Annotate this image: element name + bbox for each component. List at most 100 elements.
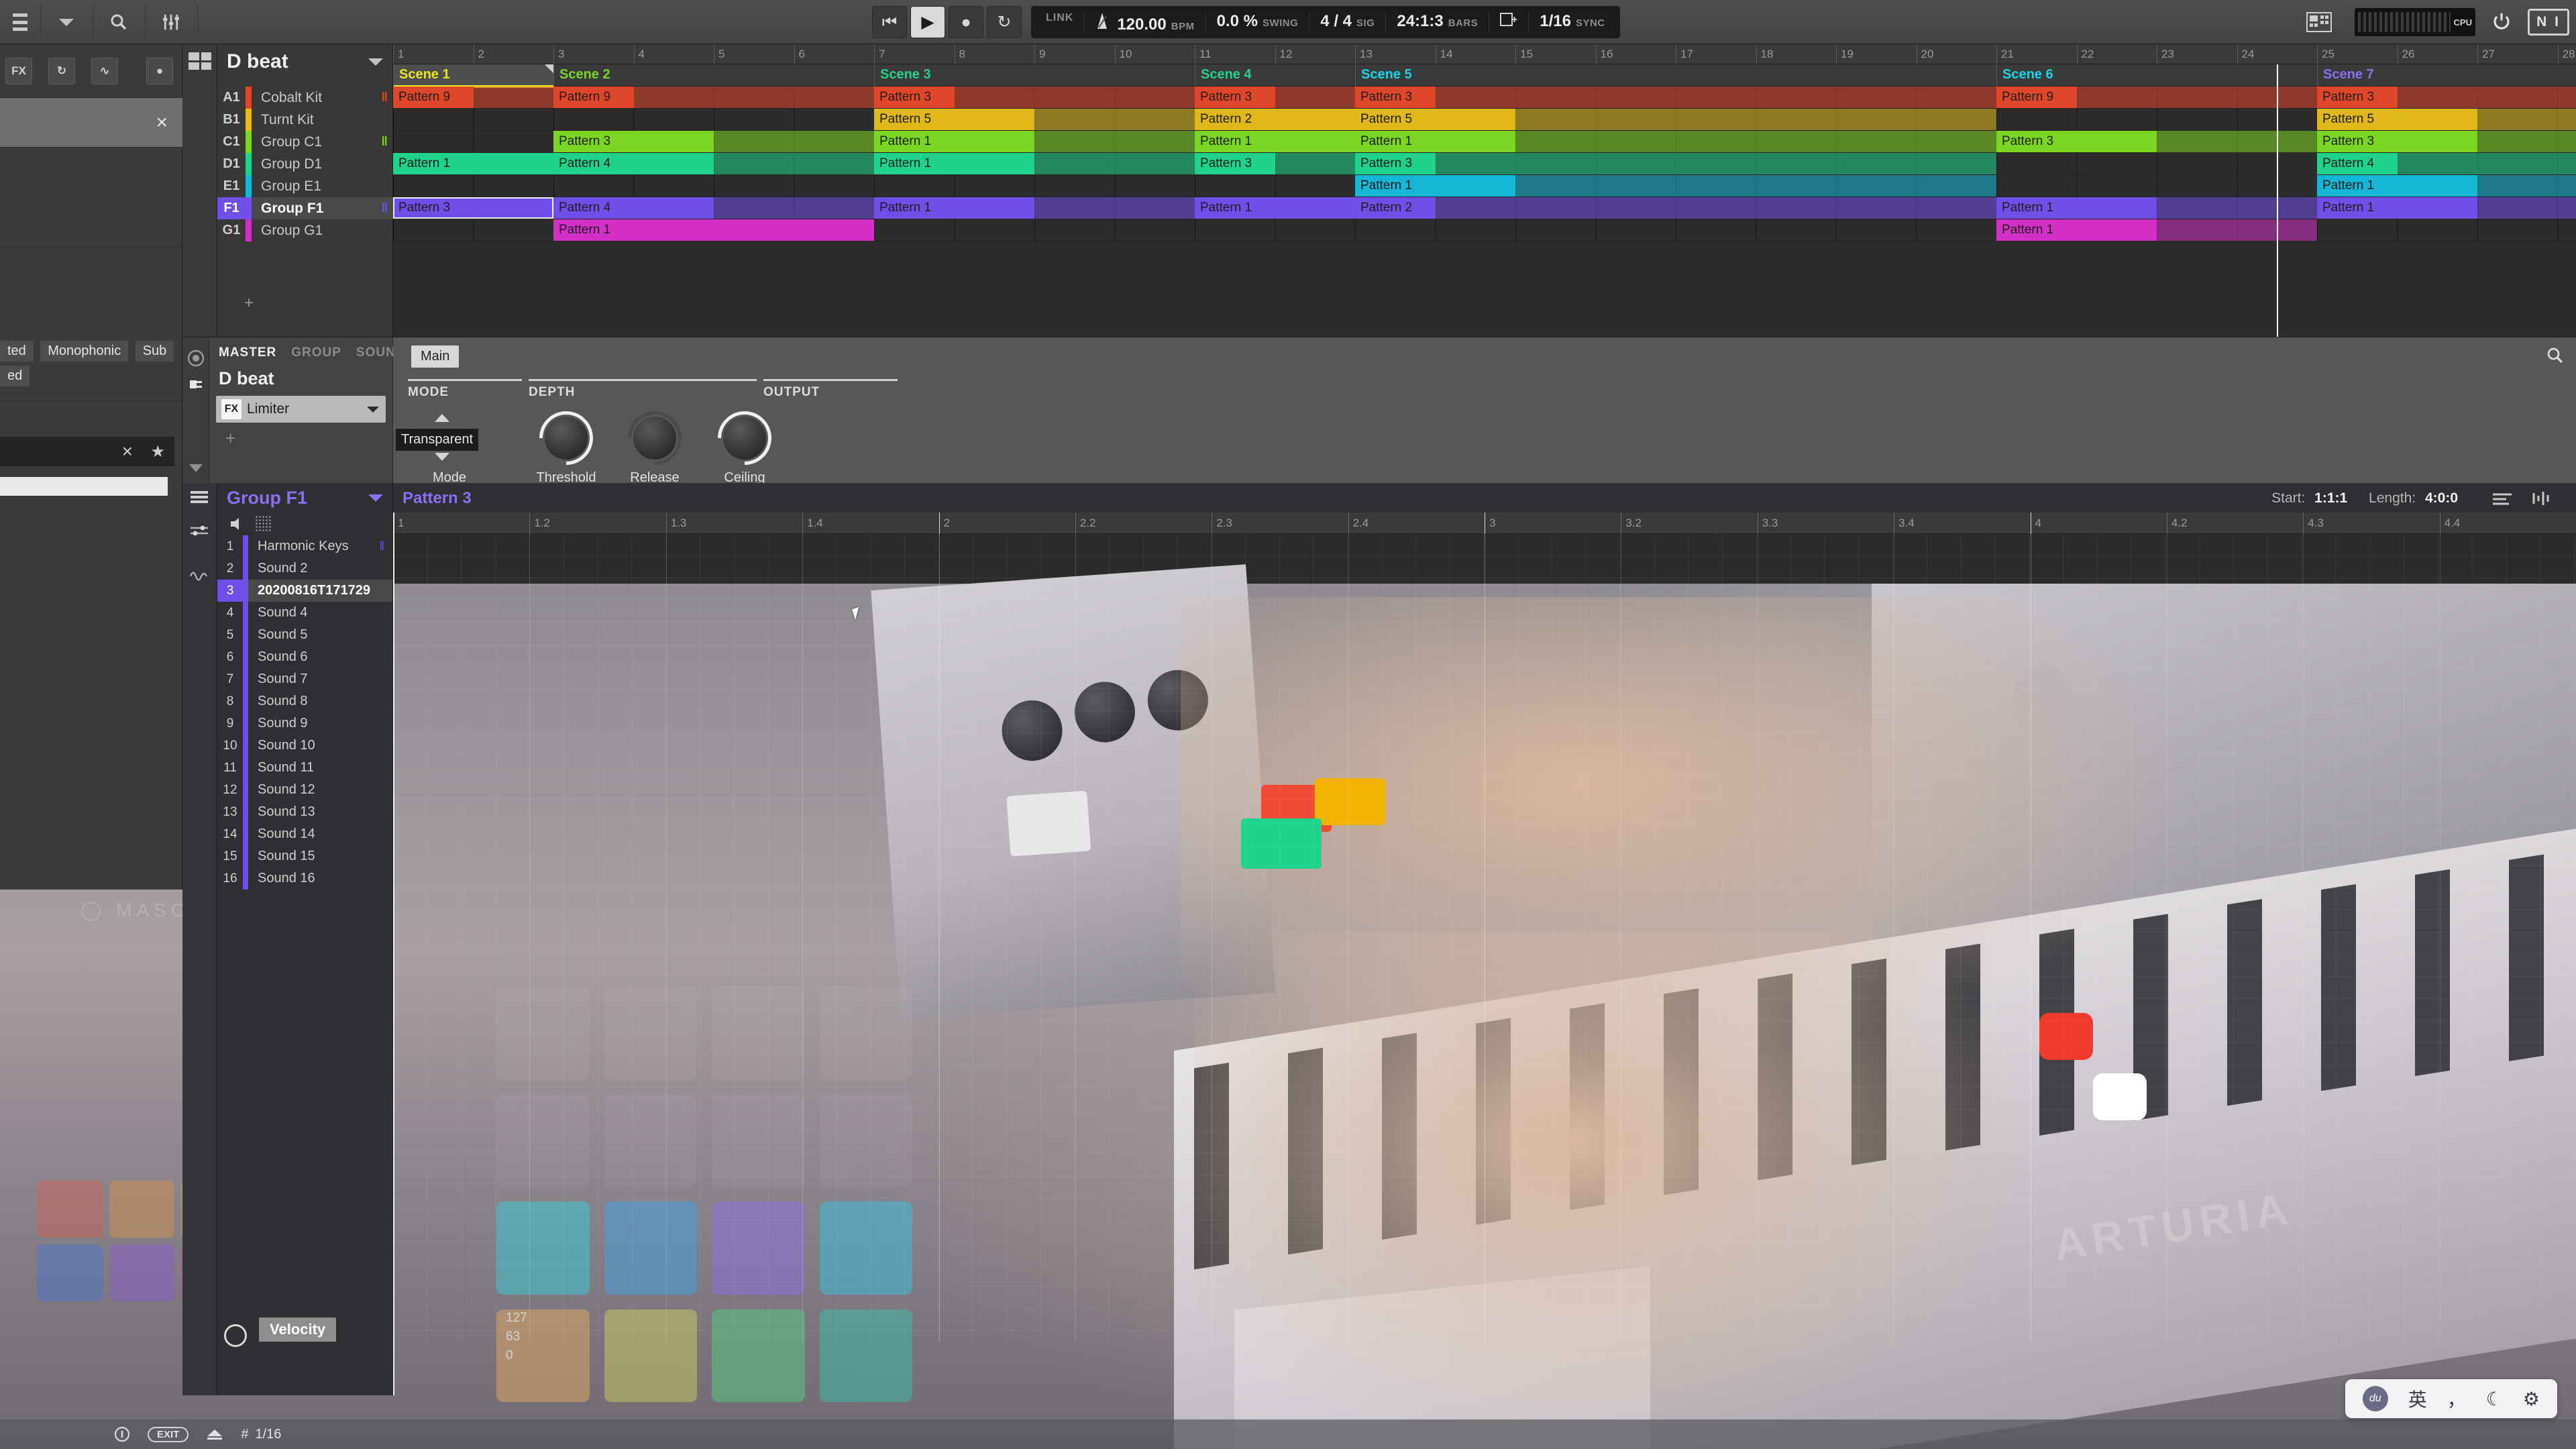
pattern-clip[interactable]: Pattern 1 (553, 219, 874, 241)
fx-filter-icon[interactable]: FX (5, 57, 32, 85)
pattern-clip[interactable]: Pattern 9 (553, 87, 634, 108)
quantize-field[interactable]: 1/16 SYNC (1529, 12, 1615, 32)
browser-name-field[interactable] (0, 477, 168, 496)
tempo-field[interactable]: 120.00 BPM (1085, 12, 1206, 34)
pattern-clip[interactable]: Pattern 1 (1355, 175, 1515, 197)
mixer-button[interactable] (145, 0, 197, 44)
pattern-clip[interactable]: Pattern 9 (393, 87, 474, 108)
pattern-clip[interactable]: Pattern 5 (2317, 109, 2477, 130)
sound-row[interactable]: 7 Sound 7 (217, 668, 392, 690)
mute-icon[interactable] (229, 517, 246, 531)
pattern-grid-canvas[interactable]: 1 1.2 1.3 1.4 2 2.2 2.3 2.4 3 3.2 3.3 3.4 4 4.2 4.3 4.4 (393, 513, 2576, 1395)
keyboard-view-icon[interactable] (189, 490, 211, 512)
pattern-name[interactable]: Pattern 3 (402, 489, 472, 508)
waveform-view-icon[interactable] (189, 568, 211, 588)
tab-master[interactable]: MASTER (219, 345, 276, 360)
waveform-view-icon[interactable] (2530, 490, 2553, 506)
chevron-down-icon[interactable] (368, 58, 383, 66)
position-field[interactable]: 24:1:3 BARS (1386, 12, 1490, 32)
sound-row[interactable]: 3 20200816T171729 (217, 580, 392, 602)
arranger-lane[interactable]: Pattern 1 Pattern 1 (393, 219, 2576, 241)
ime-language-toggle[interactable]: 英 (2408, 1385, 2427, 1412)
pattern-clip[interactable]: Pattern 3 (2317, 131, 2477, 152)
ni-logo-button[interactable]: N I (2521, 0, 2576, 44)
scene-slot[interactable]: Scene 6 (1996, 64, 2317, 87)
chevron-down-icon[interactable] (367, 406, 379, 413)
browser-list-button[interactable] (0, 0, 40, 44)
sound-row[interactable]: 10 Sound 10 (217, 735, 392, 757)
sound-row[interactable]: 16 Sound 16 (217, 867, 392, 890)
pattern-clip[interactable]: Pattern 1 (1195, 197, 1355, 219)
release-knob[interactable] (633, 417, 676, 460)
automation-icon[interactable] (224, 1324, 247, 1347)
arranger-lane[interactable]: Pattern 1 Pattern 4 Pattern 1 Pattern 3 Patt… (393, 153, 2576, 175)
arranger-group-row[interactable]: G1 Group G1 (217, 219, 393, 241)
pattern-clip[interactable]: Pattern 3 (1355, 87, 1436, 108)
pattern-playhead[interactable] (393, 513, 394, 1395)
controller-view-button[interactable] (2290, 0, 2348, 44)
waveform-filter-icon[interactable]: ∿ (91, 57, 118, 85)
arranger-lane[interactable]: Pattern 9 Pattern 9 Pattern 3 Pattern 3 Patt… (393, 87, 2576, 109)
info-button[interactable] (114, 1426, 130, 1442)
swing-field[interactable]: 0.0 % SWING (1206, 12, 1310, 32)
sound-row[interactable]: 9 Sound 9 (217, 712, 392, 735)
pattern-clip[interactable]: Pattern 3 (1355, 153, 1436, 174)
arranger-group-row[interactable]: B1 Turnt Kit (217, 109, 393, 131)
velocity-label[interactable]: Velocity (259, 1318, 337, 1342)
add-group-button[interactable]: + (244, 294, 254, 313)
search-clear-icon[interactable]: × (122, 441, 133, 462)
arranger-lane[interactable]: Pattern 1 Pattern 1 (393, 175, 2576, 197)
threshold-knob[interactable] (545, 417, 588, 460)
pattern-clip[interactable]: Pattern 3 (1996, 131, 2157, 152)
scene-slot[interactable]: Scene 4 (1195, 64, 1355, 87)
scene-fold-corner[interactable] (545, 64, 553, 73)
pattern-group-title-row[interactable]: Group F1 (217, 483, 392, 513)
clip-region[interactable] (1355, 87, 1996, 108)
velocity-lane[interactable]: Velocity 127 63 0 (217, 1309, 2576, 1363)
arranger-playhead[interactable] (2277, 64, 2279, 346)
sound-row[interactable]: 8 Sound 8 (217, 690, 392, 712)
sound-row[interactable]: 14 Sound 14 (217, 823, 392, 845)
tab-group[interactable]: GROUP (291, 345, 341, 360)
parameter-page-button[interactable]: Main (411, 345, 460, 368)
arranger-view-toggle[interactable] (189, 52, 211, 72)
arranger-group-row[interactable]: E1 Group E1 (217, 175, 393, 197)
ceiling-knob[interactable] (723, 417, 766, 460)
loop-filter-icon[interactable]: ↻ (48, 57, 75, 85)
ime-settings-icon[interactable]: ⚙ (2523, 1388, 2540, 1410)
follow-button[interactable] (1489, 12, 1529, 32)
baidu-ime-logo[interactable]: du (2362, 1386, 2388, 1411)
pattern-clip[interactable]: Pattern 2 (1195, 109, 1355, 130)
pattern-clip[interactable]: Pattern 5 (874, 109, 1034, 130)
arranger-group-row[interactable]: F1 Group F1 ‖ (217, 197, 393, 219)
pattern-clip[interactable]: Pattern 1 (1355, 131, 1515, 152)
favorite-star-icon[interactable]: ★ (150, 442, 165, 462)
loop-button[interactable]: ↻ (987, 6, 1022, 38)
sound-row[interactable]: 6 Sound 6 (217, 646, 392, 668)
scene-slot[interactable]: Scene 1 (393, 64, 554, 88)
arranger-canvas[interactable]: 1 2 3 4 5 6 7 8 9 10 11 12 13 14 15 16 17 18 19 20 21 22 23 24 2… (393, 44, 2576, 346)
pattern-clip[interactable]: Pattern 1 (1195, 131, 1355, 152)
pattern-clip[interactable]: Pattern 1 (1996, 197, 2157, 219)
scene-slot[interactable]: Scene 7 (2317, 64, 2576, 87)
pattern-clip[interactable]: Pattern 3 (553, 131, 714, 152)
clip-region[interactable] (1355, 153, 1996, 174)
arranger-group-row[interactable]: C1 Group C1 ‖ (217, 131, 393, 153)
add-fx-button[interactable]: + (209, 423, 392, 449)
pattern-clip[interactable]: Pattern 1 (393, 153, 553, 174)
sound-row[interactable]: 2 Sound 2 (217, 557, 392, 580)
pattern-clip[interactable]: Pattern 3 (1195, 153, 1275, 174)
sound-row[interactable]: 12 Sound 12 (217, 779, 392, 801)
browser-tag[interactable]: ted (0, 341, 34, 362)
channel-icon[interactable] (187, 350, 205, 367)
clip-region[interactable] (1355, 197, 1996, 219)
pattern-ruler[interactable]: 1 1.2 1.3 1.4 2 2.2 2.3 2.4 3 3.2 3.3 3.4 4 4.2 4.3 4.4 (393, 513, 2576, 534)
pattern-clip[interactable]: Pattern 3 (1195, 87, 1275, 108)
arranger-lane[interactable]: Pattern 3 Pattern 4 Pattern 1 Pattern 1 Patt… (393, 197, 2576, 219)
search-icon[interactable] (2545, 345, 2565, 370)
sound-row[interactable]: 4 Sound 4 (217, 602, 392, 624)
mode-up-arrow[interactable] (435, 414, 449, 422)
pattern-clip[interactable]: Pattern 4 (553, 153, 714, 174)
search-button[interactable] (93, 0, 145, 44)
start-value[interactable]: 1:1:1 (2314, 490, 2347, 506)
